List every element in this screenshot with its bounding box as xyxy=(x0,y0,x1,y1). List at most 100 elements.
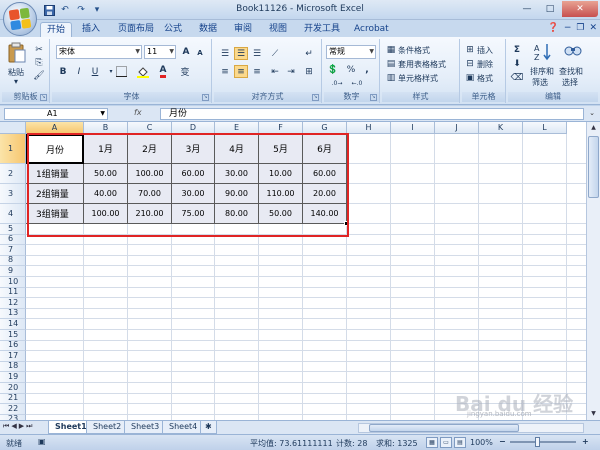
font-size-select[interactable]: 11 ▼ xyxy=(144,45,176,59)
next-sheet-icon[interactable]: ▶ xyxy=(19,422,24,431)
row-header-21[interactable]: 21 xyxy=(0,393,26,405)
table-cell[interactable]: 210.00 xyxy=(128,204,172,224)
zoom-out-button[interactable]: − xyxy=(499,437,506,446)
row-header-14[interactable]: 14 xyxy=(0,319,26,330)
zoom-slider-knob[interactable] xyxy=(535,437,540,447)
cell-styles-button[interactable]: 单元格样式 xyxy=(398,73,438,84)
table-cell[interactable]: 70.00 xyxy=(128,184,172,204)
row-header-16[interactable]: 16 xyxy=(0,340,26,352)
align-bottom-icon[interactable]: ☰ xyxy=(250,47,264,60)
row-header-12[interactable]: 12 xyxy=(0,298,26,309)
table-cell[interactable]: 140.00 xyxy=(303,204,347,224)
currency-icon[interactable]: 💲 xyxy=(326,63,340,76)
find-select-label[interactable]: 查找和 xyxy=(559,66,583,77)
tab-acrobat[interactable]: Acrobat xyxy=(348,22,395,37)
table-header-cell[interactable]: 4月 xyxy=(215,134,259,164)
table-cell[interactable]: 60.00 xyxy=(172,164,215,184)
row-header-4[interactable]: 4 xyxy=(0,204,26,224)
table-cell[interactable]: 30.00 xyxy=(215,164,259,184)
ribbon-close-icon[interactable]: ✕ xyxy=(589,23,597,33)
minimize-button[interactable]: — xyxy=(516,1,538,17)
formula-expand-icon[interactable]: ⌄ xyxy=(587,109,597,119)
column-header-d[interactable]: D xyxy=(172,122,215,134)
formula-input[interactable]: 月份 xyxy=(160,108,584,120)
new-sheet-icon[interactable]: ✱ xyxy=(200,421,217,434)
column-header-g[interactable]: G xyxy=(303,122,347,134)
column-header-e[interactable]: E xyxy=(215,122,259,134)
clipboard-launcher-icon[interactable]: ↘ xyxy=(40,94,47,101)
row-header-11[interactable]: 11 xyxy=(0,287,26,299)
copy-icon[interactable]: ⎘ xyxy=(32,56,46,69)
merge-center-icon[interactable]: ⊞ xyxy=(302,65,316,78)
table-cell[interactable]: 100.00 xyxy=(84,204,128,224)
increase-indent-icon[interactable]: ⇥ xyxy=(284,65,298,78)
number-format-select[interactable]: 常规 ▼ xyxy=(326,45,376,59)
delete-button[interactable]: 删除 xyxy=(477,59,493,70)
underline-button[interactable]: U xyxy=(88,65,102,78)
tab-data[interactable]: 数据 xyxy=(193,22,223,37)
format-table-icon[interactable]: ▤ xyxy=(384,57,398,70)
help-icon[interactable]: ❓ xyxy=(548,23,559,33)
insert-cells-icon[interactable]: ⊞ xyxy=(463,43,477,56)
wrap-text-icon[interactable]: ↵ xyxy=(302,47,316,60)
row-header-19[interactable]: 19 xyxy=(0,372,26,383)
row-header-9[interactable]: 9 xyxy=(0,266,26,277)
column-header-a[interactable]: A xyxy=(26,122,84,134)
row-header-2[interactable]: 2 xyxy=(0,164,26,184)
tab-formulas[interactable]: 公式 xyxy=(158,22,188,37)
table-cell[interactable]: 30.00 xyxy=(172,184,215,204)
table-cell[interactable]: 20.00 xyxy=(303,184,347,204)
table-header-cell[interactable]: 6月 xyxy=(303,134,347,164)
horizontal-scrollbar[interactable] xyxy=(358,423,584,433)
row-header-20[interactable]: 20 xyxy=(0,383,26,394)
page-break-view-icon[interactable]: ▤ xyxy=(454,437,466,448)
sort-filter-icon[interactable]: AZ xyxy=(532,41,554,63)
grow-font-button[interactable]: A xyxy=(179,45,193,58)
row-header-8[interactable]: 8 xyxy=(0,255,26,267)
paste-icon[interactable] xyxy=(6,41,28,65)
paste-dropdown-icon[interactable]: ▾ xyxy=(14,77,18,86)
font-color-button[interactable]: A xyxy=(156,65,170,78)
format-painter-icon[interactable]: 🖌 xyxy=(32,69,46,82)
align-middle-icon[interactable]: ☰ xyxy=(234,47,248,60)
tab-review[interactable]: 审阅 xyxy=(228,22,258,37)
column-header-j[interactable]: J xyxy=(435,122,479,134)
alignment-launcher-icon[interactable]: ↘ xyxy=(312,94,319,101)
increase-decimal-icon[interactable]: .0→ xyxy=(330,77,344,90)
column-header-i[interactable]: I xyxy=(391,122,435,134)
table-cell[interactable]: 100.00 xyxy=(128,164,172,184)
column-header-f[interactable]: F xyxy=(259,122,303,134)
first-sheet-icon[interactable]: ⏮ xyxy=(3,422,9,431)
select-all-corner[interactable] xyxy=(0,122,26,134)
insert-button[interactable]: 插入 xyxy=(477,45,493,56)
tab-insert[interactable]: 插入 xyxy=(76,22,106,37)
table-cell[interactable]: 90.00 xyxy=(215,184,259,204)
prev-sheet-icon[interactable]: ◀ xyxy=(11,422,16,431)
font-name-select[interactable]: 宋体 ▼ xyxy=(56,45,142,59)
decrease-decimal-icon[interactable]: ←.0 xyxy=(350,77,364,90)
row-label-cell[interactable]: 3组销量 xyxy=(26,204,84,224)
align-right-icon[interactable]: ≡ xyxy=(250,65,264,78)
close-button[interactable]: ✕ xyxy=(562,1,598,17)
table-cell[interactable]: 80.00 xyxy=(215,204,259,224)
normal-view-icon[interactable]: ▦ xyxy=(426,437,438,448)
row-header-6[interactable]: 6 xyxy=(0,234,26,246)
fill-handle[interactable] xyxy=(344,221,349,226)
row-header-7[interactable]: 7 xyxy=(0,245,26,256)
format-cells-icon[interactable]: ▣ xyxy=(463,71,477,84)
row-header-15[interactable]: 15 xyxy=(0,330,26,341)
comma-button[interactable]: , xyxy=(360,63,374,76)
scroll-up-icon[interactable]: ▲ xyxy=(587,122,600,134)
vertical-scroll-thumb[interactable] xyxy=(588,136,599,198)
spreadsheet-grid[interactable]: A B C D E F G H I J K L 1 2 3 4 5 6 7 8 9 10 11 12 13 14 15 16 17 18 1… xyxy=(0,122,600,420)
cut-icon[interactable]: ✂ xyxy=(32,43,46,56)
cell-styles-icon[interactable]: ▥ xyxy=(384,71,398,84)
delete-cells-icon[interactable]: ⊟ xyxy=(463,57,477,70)
find-select-label-2[interactable]: 选择 xyxy=(562,77,578,88)
table-cell[interactable]: 60.00 xyxy=(303,164,347,184)
sheet-tab-4[interactable]: Sheet4 xyxy=(162,421,205,434)
sheet-tab-2[interactable]: Sheet2 xyxy=(86,421,129,434)
tab-page-layout[interactable]: 页面布局 xyxy=(112,22,160,37)
sheet-tab-3[interactable]: Sheet3 xyxy=(124,421,167,434)
tab-developer[interactable]: 开发工具 xyxy=(298,22,346,37)
